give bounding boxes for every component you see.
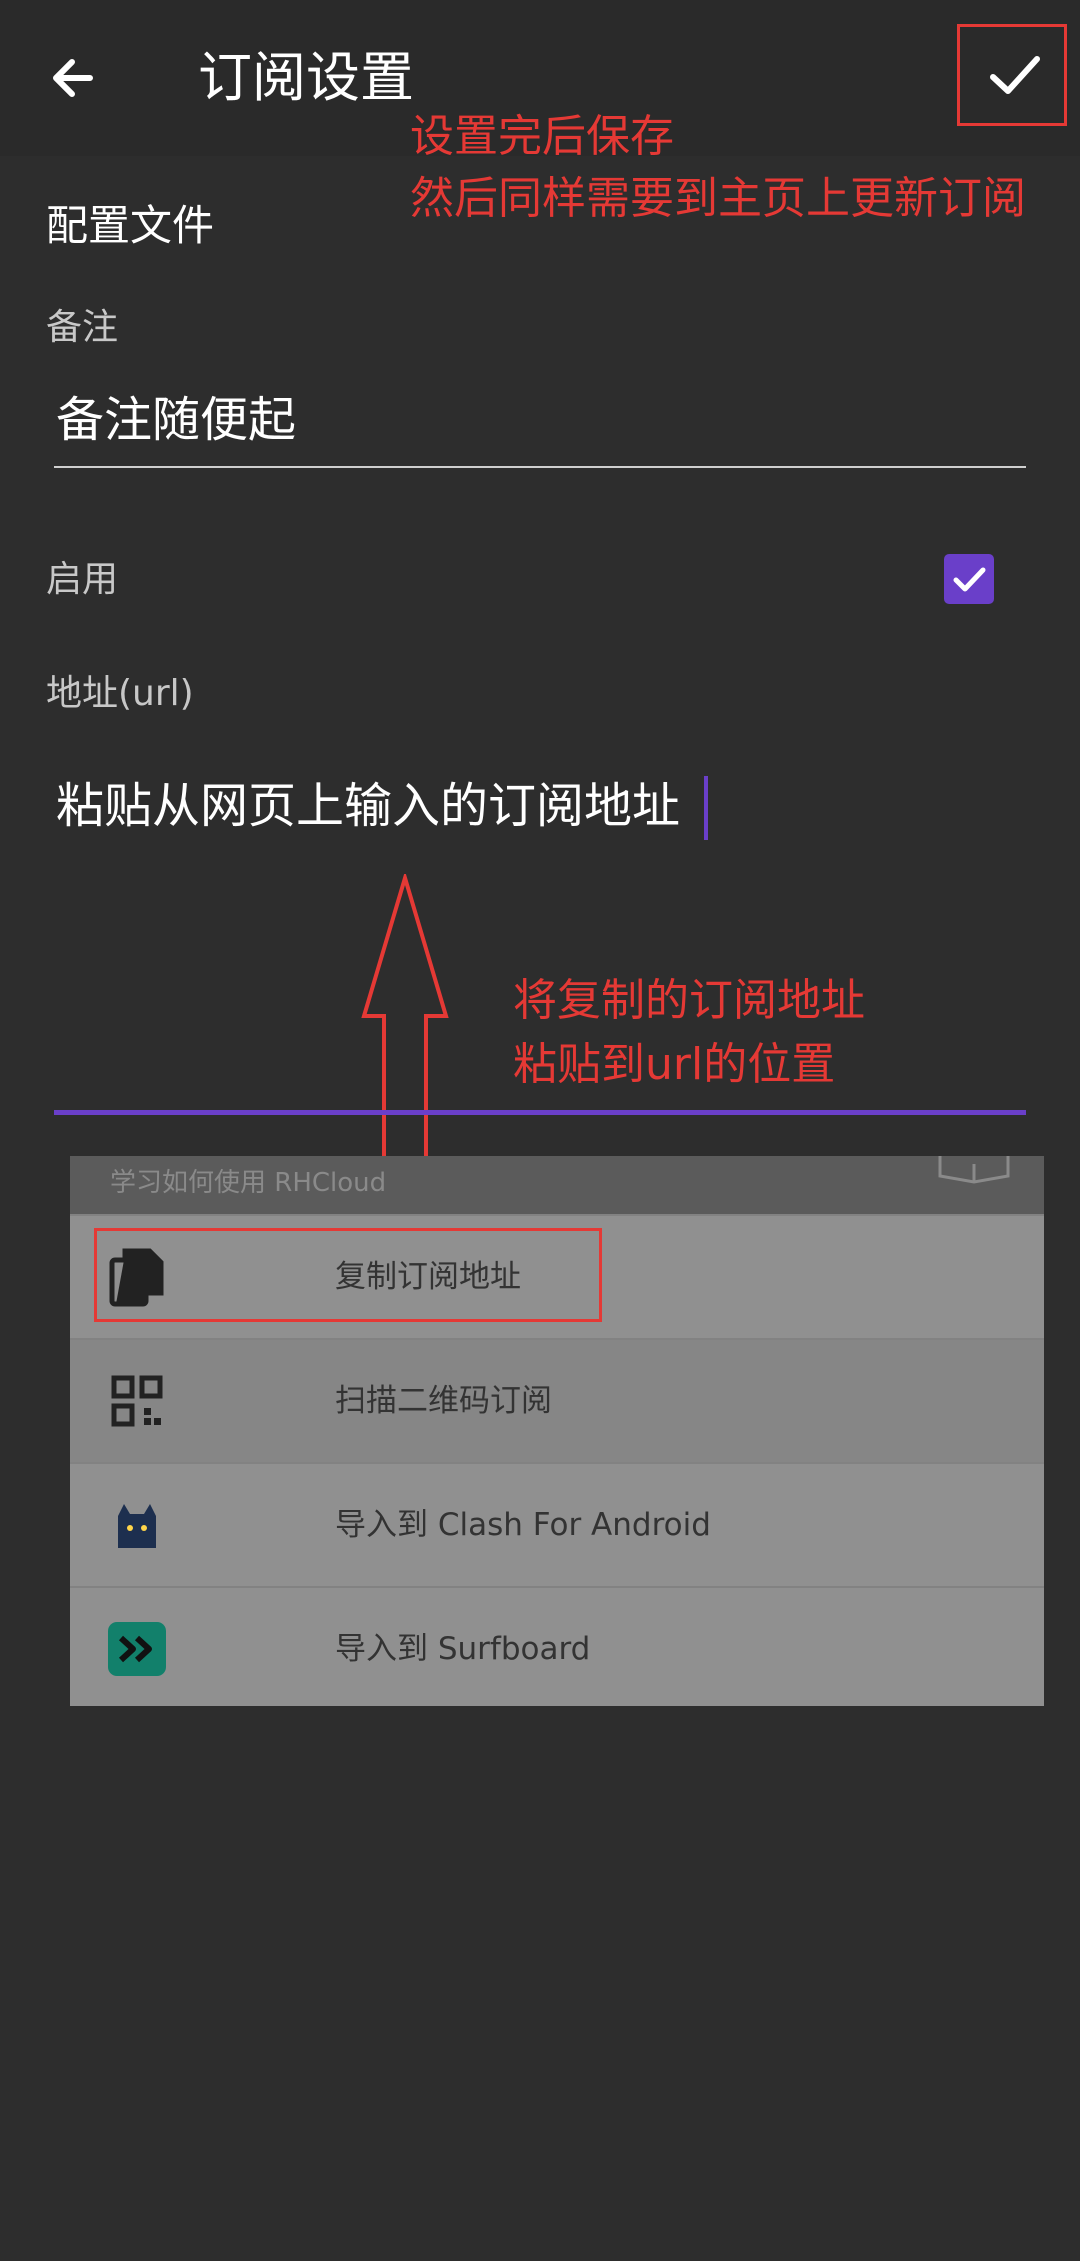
back-button[interactable] <box>40 40 116 116</box>
menu-item-import-surfboard[interactable]: 导入到 Surfboard <box>70 1586 1044 1706</box>
enable-label: 启用 <box>46 559 119 600</box>
url-input[interactable]: 粘贴从网页上输入的订阅地址 <box>56 772 680 840</box>
popup-header: 学习如何使用 RHCloud <box>70 1156 1044 1214</box>
remark-underline <box>54 466 1026 468</box>
remark-label: 备注 <box>46 307 119 348</box>
copy-url-highlight <box>94 1228 602 1322</box>
paste-hint-line1: 将复制的订阅地址 <box>513 975 865 1026</box>
save-button-highlight <box>957 24 1067 126</box>
menu-item-label: 导入到 Surfboard <box>335 1631 591 1667</box>
popup-header-text: 学习如何使用 RHCloud <box>110 1168 387 1198</box>
menu-item-scan-qr[interactable]: 扫描二维码订阅 <box>70 1338 1044 1462</box>
menu-item-label: 扫描二维码订阅 <box>335 1383 552 1419</box>
checkmark-icon <box>953 567 986 592</box>
url-underline <box>54 1110 1026 1115</box>
surfboard-icon <box>104 1616 170 1682</box>
menu-item-import-clash[interactable]: 导入到 Clash For Android <box>70 1462 1044 1586</box>
section-title: 配置文件 <box>46 201 215 250</box>
qr-code-icon <box>104 1368 170 1434</box>
url-label: 地址(url) <box>46 673 194 714</box>
page-title: 订阅设置 <box>198 46 414 109</box>
text-caret <box>704 776 708 840</box>
paste-hint-line2: 粘贴到url的位置 <box>513 1039 836 1090</box>
save-hint-line1: 设置完后保存 <box>410 111 674 162</box>
enable-checkbox[interactable] <box>944 554 994 604</box>
arrow-left-icon <box>53 59 93 97</box>
arrow-up-icon <box>361 874 449 1162</box>
book-icon <box>938 1156 1010 1184</box>
menu-item-label: 导入到 Clash For Android <box>335 1507 711 1543</box>
save-hint-line2: 然后同样需要到主页上更新订阅 <box>410 173 1026 224</box>
clash-cat-icon <box>104 1492 170 1558</box>
remark-input[interactable]: 备注随便起 <box>56 386 296 454</box>
